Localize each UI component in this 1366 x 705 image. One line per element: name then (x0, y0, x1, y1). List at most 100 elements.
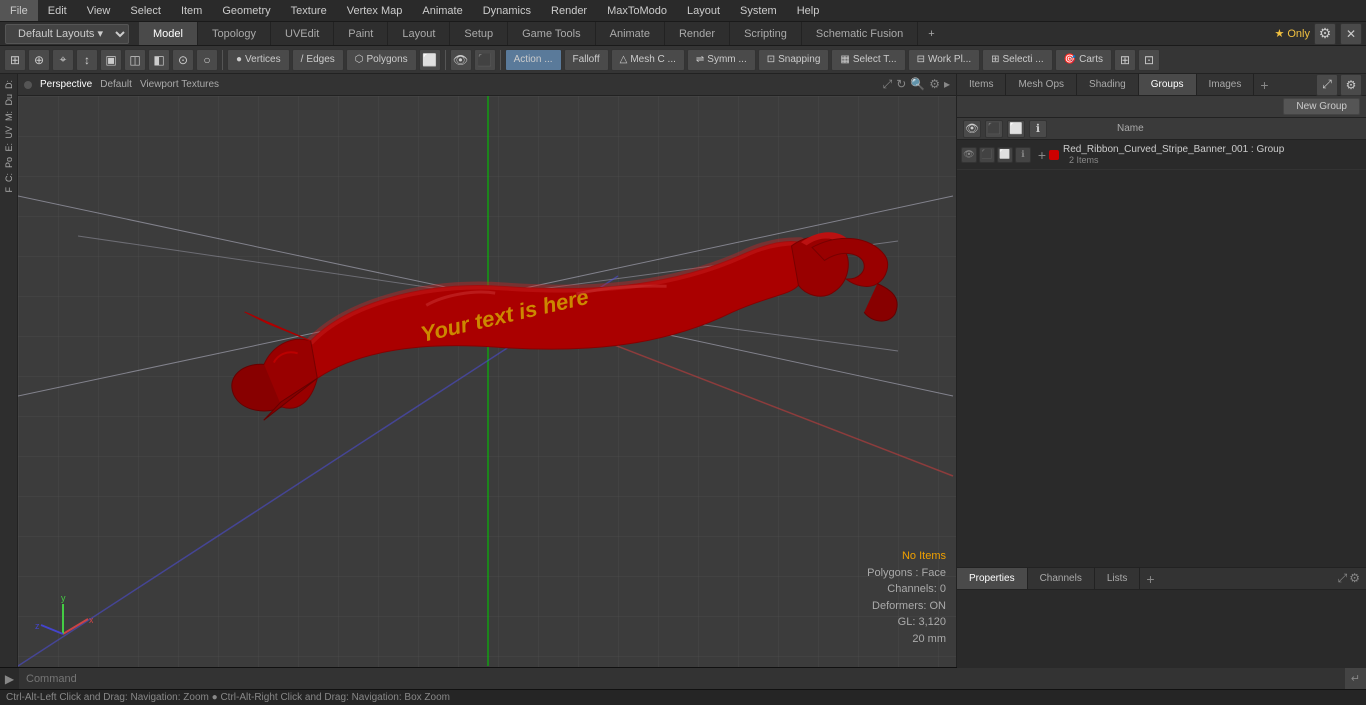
panel-expand-btn[interactable]: ⤢ (1316, 74, 1338, 96)
menu-system[interactable]: System (730, 0, 787, 21)
command-input[interactable] (20, 668, 1344, 689)
action-btn[interactable]: Action ... (505, 49, 562, 71)
group-eye-icon[interactable]: 👁 (961, 147, 977, 163)
menu-help[interactable]: Help (787, 0, 830, 21)
prop-tab-plus[interactable]: + (1140, 569, 1160, 589)
edges-btn[interactable]: / Edges (292, 49, 344, 71)
sidebar-letter-f[interactable]: F (3, 185, 15, 195)
menu-animate[interactable]: Animate (412, 0, 472, 21)
prop-gear-icon[interactable]: ⚙ (1349, 571, 1360, 586)
polygons-btn[interactable]: ⬡ Polygons (346, 49, 417, 71)
sidebar-letter-d[interactable]: D: (3, 78, 15, 91)
layout-close-btn[interactable]: ✕ (1340, 23, 1362, 45)
tab-schematic-fusion[interactable]: Schematic Fusion (802, 22, 918, 45)
tab-animate[interactable]: Animate (596, 22, 665, 45)
cube-btn[interactable]: ⬛ (474, 49, 496, 71)
default-label[interactable]: Default (100, 79, 132, 90)
fullscreen-btn[interactable]: ⊡ (1138, 49, 1160, 71)
toggle-btn-3[interactable]: ⌖ (52, 49, 74, 71)
sidebar-letter-m[interactable]: M: (3, 109, 15, 123)
carts-btn[interactable]: 🎯 Carts (1055, 49, 1112, 71)
toggle-btn-8[interactable]: ⊙ (172, 49, 194, 71)
prop-expand-icon[interactable]: ⤢ (1338, 571, 1348, 586)
menu-dynamics[interactable]: Dynamics (473, 0, 541, 21)
menu-geometry[interactable]: Geometry (212, 0, 280, 21)
menu-select[interactable]: Select (120, 0, 171, 21)
sidebar-letter-po[interactable]: Po (3, 155, 15, 170)
tab-setup[interactable]: Setup (450, 22, 508, 45)
perspective-label[interactable]: Perspective (40, 79, 92, 90)
tab-properties[interactable]: Properties (957, 568, 1028, 589)
menu-vertex-map[interactable]: Vertex Map (337, 0, 413, 21)
menu-layout[interactable]: Layout (677, 0, 730, 21)
group-render-btn[interactable]: ⬛ (985, 120, 1003, 138)
tab-items[interactable]: Items (957, 74, 1006, 95)
menu-maxtomodo[interactable]: MaxToModo (597, 0, 677, 21)
selecti-btn[interactable]: ⊞ Selecti ... (982, 49, 1053, 71)
menu-texture[interactable]: Texture (281, 0, 337, 21)
command-enter-btn[interactable]: ↵ (1344, 668, 1366, 689)
group-expand-plus[interactable]: + (1035, 148, 1049, 162)
viewport-zoom-icon[interactable]: 🔍 (910, 77, 925, 92)
tab-scripting[interactable]: Scripting (730, 22, 802, 45)
menu-view[interactable]: View (77, 0, 121, 21)
group-render-icon[interactable]: ⬛ (979, 147, 995, 163)
toggle-btn-6[interactable]: ◫ (124, 49, 146, 71)
viewport-rotate-icon[interactable]: ↻ (896, 77, 906, 92)
toggle-btn-7[interactable]: ◧ (148, 49, 170, 71)
group-list[interactable]: 👁 ⬛ ⬜ ℹ + Red_Ribbon_Curved_Stripe_Banne… (957, 140, 1366, 567)
tab-uvedit[interactable]: UVEdit (271, 22, 334, 45)
command-arrow[interactable]: ▶ (0, 668, 20, 689)
snapping-btn[interactable]: ⊡ Snapping (758, 49, 830, 71)
tab-render[interactable]: Render (665, 22, 730, 45)
eye-btn[interactable]: 👁 (450, 49, 472, 71)
panel-settings-btn[interactable]: ⚙ (1340, 74, 1362, 96)
sidebar-letter-c[interactable]: C: (3, 171, 15, 184)
shape-toggle-btn[interactable]: ⬜ (419, 49, 441, 71)
menu-item[interactable]: Item (171, 0, 212, 21)
group-box-icon[interactable]: ⬜ (997, 147, 1013, 163)
mesh-c-btn[interactable]: △ Mesh C ... (611, 49, 685, 71)
menu-file[interactable]: File (0, 0, 38, 21)
viewport-textures-label[interactable]: Viewport Textures (140, 79, 219, 90)
group-eye-btn[interactable]: 👁 (963, 120, 981, 138)
sidebar-letter-e[interactable]: E: (3, 141, 15, 154)
group-info-btn[interactable]: ℹ (1029, 120, 1047, 138)
star-only-label[interactable]: ★ Only (1274, 27, 1310, 40)
tab-channels[interactable]: Channels (1028, 568, 1095, 589)
new-group-btn[interactable]: New Group (1283, 98, 1360, 115)
menu-render[interactable]: Render (541, 0, 597, 21)
tab-topology[interactable]: Topology (198, 22, 271, 45)
tab-images[interactable]: Images (1197, 74, 1255, 95)
symm-btn[interactable]: ⇌ Symm ... (687, 49, 756, 71)
tab-mesh-ops[interactable]: Mesh Ops (1006, 74, 1077, 95)
tab-shading[interactable]: Shading (1077, 74, 1139, 95)
toggle-btn-1[interactable]: ⊞ (4, 49, 26, 71)
work-pl-btn[interactable]: ⊟ Work Pl... (908, 49, 981, 71)
group-row-0[interactable]: 👁 ⬛ ⬜ ℹ + Red_Ribbon_Curved_Stripe_Banne… (957, 140, 1366, 170)
tab-groups[interactable]: Groups (1139, 74, 1197, 95)
viewport[interactable]: Perspective Default Viewport Textures ⤢ … (18, 74, 956, 667)
group-lock-btn[interactable]: ⬜ (1007, 120, 1025, 138)
toggle-btn-4[interactable]: ↕ (76, 49, 98, 71)
tab-plus[interactable]: + (918, 22, 944, 45)
tab-paint[interactable]: Paint (334, 22, 388, 45)
toggle-btn-2[interactable]: ⊕ (28, 49, 50, 71)
menu-edit[interactable]: Edit (38, 0, 77, 21)
panel-tab-plus[interactable]: + (1254, 75, 1274, 95)
layout-dropdown[interactable]: Default Layouts ▾ (5, 24, 129, 44)
tab-lists[interactable]: Lists (1095, 568, 1141, 589)
viewport-canvas[interactable]: Your text is here (18, 96, 956, 667)
group-info-icon[interactable]: ℹ (1015, 147, 1031, 163)
toggle-btn-5[interactable]: ▣ (100, 49, 122, 71)
tab-layout[interactable]: Layout (388, 22, 450, 45)
tab-model[interactable]: Model (139, 22, 198, 45)
vertices-btn[interactable]: ● Vertices (227, 49, 290, 71)
grid-expand-btn[interactable]: ⊞ (1114, 49, 1136, 71)
layout-settings-btn[interactable]: ⚙ (1314, 23, 1336, 45)
tab-game-tools[interactable]: Game Tools (508, 22, 596, 45)
sidebar-letter-uv[interactable]: UV (3, 124, 15, 141)
sidebar-letter-du[interactable]: Du (3, 92, 15, 108)
toggle-btn-9[interactable]: ○ (196, 49, 218, 71)
viewport-expand-icon[interactable]: ⤢ (883, 77, 893, 92)
